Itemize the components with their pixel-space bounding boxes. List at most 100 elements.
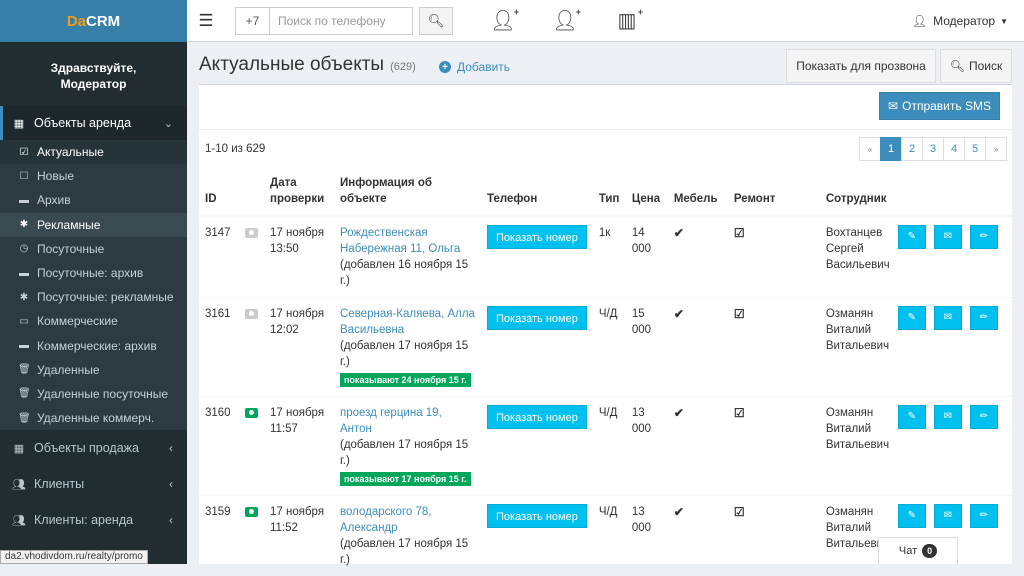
money-icon: ▭ [18, 316, 30, 327]
edit-button[interactable]: ✏ [970, 225, 998, 249]
sidebar-item-label: Посуточные: рекламные [37, 290, 174, 304]
archive-icon: ▬ [18, 340, 30, 351]
pager-page[interactable]: 1 [880, 137, 902, 161]
sidebar-item-label: Рекламные [37, 218, 100, 232]
phone-search-input[interactable] [269, 7, 413, 35]
edit-icon: ✎ [908, 409, 916, 425]
trash-icon: 🗑︎ [18, 413, 30, 424]
sidebar-submenu: ☑Актуальные☐Новые▬Архив✱Рекламные◷Посуто… [0, 140, 187, 430]
add-client-rent-icon[interactable]: 👤︎+ [551, 7, 579, 35]
archive-icon: ▬ [18, 268, 30, 279]
pagination: «12345» [860, 137, 1007, 161]
sidebar-item-label: Удаленные [37, 363, 100, 377]
sidebar-item-2[interactable]: ▬Архив [0, 188, 187, 212]
sidebar-item-label: Удаленные коммерч. [37, 411, 154, 425]
show-number-button[interactable]: Показать номер [487, 225, 587, 249]
pager-page[interactable]: 4 [943, 137, 965, 161]
object-address-link[interactable]: Северная-Каляева, Алла Васильевна [340, 308, 475, 336]
objects-box: ✉Отправить SMS 1-10 из 629 «12345» ID Да… [199, 84, 1012, 564]
sidebar-item-3[interactable]: ✱Рекламные [0, 213, 187, 237]
show-number-button[interactable]: Показать номер [487, 504, 587, 528]
results-range: 1-10 из 629 [205, 143, 265, 155]
sidebar-group-label: Клиенты [34, 477, 84, 491]
sidebar-group-2[interactable]: 👥︎Клиенты: аренда‹ [0, 502, 187, 538]
pager-page[interactable]: 3 [922, 137, 944, 161]
row-price: 15 000 [626, 298, 668, 397]
user-menu[interactable]: 👤︎ Модератор ▼ [912, 0, 1008, 42]
user-name: Модератор [933, 14, 995, 28]
add-client-icon[interactable]: 👤︎+ [489, 7, 517, 35]
send-sms-button[interactable]: ✉Отправить SMS [879, 92, 1000, 120]
pager-next[interactable]: » [985, 137, 1007, 161]
object-address-link[interactable]: проезд герцина 19, Антон [340, 407, 442, 435]
object-address-link[interactable]: Рождественская Набережная 11, Ольга [340, 227, 460, 255]
sidebar-item-0[interactable]: ☑Актуальные [0, 140, 187, 164]
added-date: (добавлен 16 ноября 15 г.) [340, 257, 475, 289]
sidebar-item-5[interactable]: ▬Посуточные: архив [0, 261, 187, 285]
object-address-link[interactable]: володарского 78, Александр [340, 506, 431, 534]
search-button[interactable]: 🔍︎Поиск [940, 49, 1012, 83]
row-type: Ч/Д [593, 298, 626, 397]
pager-page[interactable]: 2 [901, 137, 923, 161]
show-number-button[interactable]: Показать номер [487, 405, 587, 429]
col-date: Дата проверки [264, 171, 334, 216]
edit-square-button[interactable]: ✎ [898, 504, 926, 528]
check-icon: ✔ [674, 406, 684, 420]
sidebar-item-8[interactable]: ▬ Коммерческие: архив [0, 334, 187, 358]
status-url: da2.vhodivdom.ru/realty/promo [0, 550, 148, 564]
sidebar-item-7[interactable]: ▭Коммерческие [0, 309, 187, 333]
sidebar-item-label: Удаленные посуточные [37, 387, 168, 401]
app-logo[interactable]: DaCRM [0, 0, 187, 42]
sidebar-group-1[interactable]: 👥︎Клиенты‹ [0, 466, 187, 502]
sidebar-item-4[interactable]: ◷Посуточные [0, 237, 187, 261]
edit-square-button[interactable]: ✎ [898, 405, 926, 429]
camera-icon[interactable] [245, 507, 258, 517]
sidebar-item-11[interactable]: 🗑︎ Удаленные коммерч. [0, 406, 187, 430]
sidebar-group-0[interactable]: ▦Объекты продажа‹ [0, 430, 187, 466]
add-building-icon[interactable]: ▥+ [613, 7, 641, 35]
row-date: 17 ноября12:02 [264, 298, 334, 397]
message-button[interactable]: ✉ [934, 405, 962, 429]
chevron-down-icon: ⌄ [164, 117, 173, 130]
edit-button[interactable]: ✏ [970, 306, 998, 330]
message-button[interactable]: ✉ [934, 504, 962, 528]
user-icon: 👤︎ [912, 14, 927, 28]
pencil-icon: ✏ [980, 508, 988, 524]
added-date: (добавлен 17 ноября 15 г.) [340, 338, 475, 370]
chevron-left-icon: ‹ [169, 441, 173, 455]
sidebar-item-9[interactable]: 🗑︎ Удаленные [0, 358, 187, 382]
sidebar-section-rent-objects[interactable]: ▦ Объекты аренда ⌄ [0, 106, 187, 140]
edit-icon: ✎ [908, 310, 916, 326]
show-number-button[interactable]: Показать номер [487, 306, 587, 330]
phone-search-button[interactable]: 🔍︎ [419, 7, 453, 35]
add-object-link[interactable]: +Добавить [439, 60, 510, 74]
col-employee: Сотрудник [820, 171, 898, 216]
edit-button[interactable]: ✏ [970, 504, 998, 528]
sidebar-item-10[interactable]: 🗑︎Удаленные посуточные [0, 382, 187, 406]
menu-toggle-icon[interactable]: ☰ [187, 11, 225, 31]
edit-icon: ✎ [908, 508, 916, 524]
edit-square-button[interactable]: ✎ [898, 225, 926, 249]
message-button[interactable]: ✉ [934, 225, 962, 249]
sidebar-item-6[interactable]: ✱Посуточные: рекламные [0, 285, 187, 309]
camera-icon [245, 309, 258, 319]
edit-square-button[interactable]: ✎ [898, 306, 926, 330]
camera-icon[interactable] [245, 408, 258, 418]
pager-prev[interactable]: « [859, 137, 881, 161]
pencil-icon: ✏ [980, 409, 988, 425]
user-greeting: Здравствуйте,Модератор [0, 42, 187, 106]
table-row: 316117 ноября12:02Северная-Каляева, Алла… [199, 298, 1012, 397]
sidebar-item-1[interactable]: ☐Новые [0, 164, 187, 188]
sidebar-item-label: Новые [37, 169, 74, 183]
edit-button[interactable]: ✏ [970, 405, 998, 429]
row-employee: Озманян Виталий Витальевич [820, 298, 898, 397]
sidebar-item-label: Актуальные [37, 145, 104, 159]
trash-icon: 🗑︎ [18, 364, 30, 375]
sidebar-item-label: Коммерческие: архив [37, 339, 157, 353]
show-for-calling-button[interactable]: Показать для прозвона [786, 49, 936, 83]
chat-widget[interactable]: Чат0 [878, 537, 958, 564]
pager-page[interactable]: 5 [964, 137, 986, 161]
message-button[interactable]: ✉ [934, 306, 962, 330]
table-row: 316017 ноября11:57проезд герцина 19, Ант… [199, 397, 1012, 496]
row-employee: Озманян Виталий Витальевич [820, 397, 898, 496]
